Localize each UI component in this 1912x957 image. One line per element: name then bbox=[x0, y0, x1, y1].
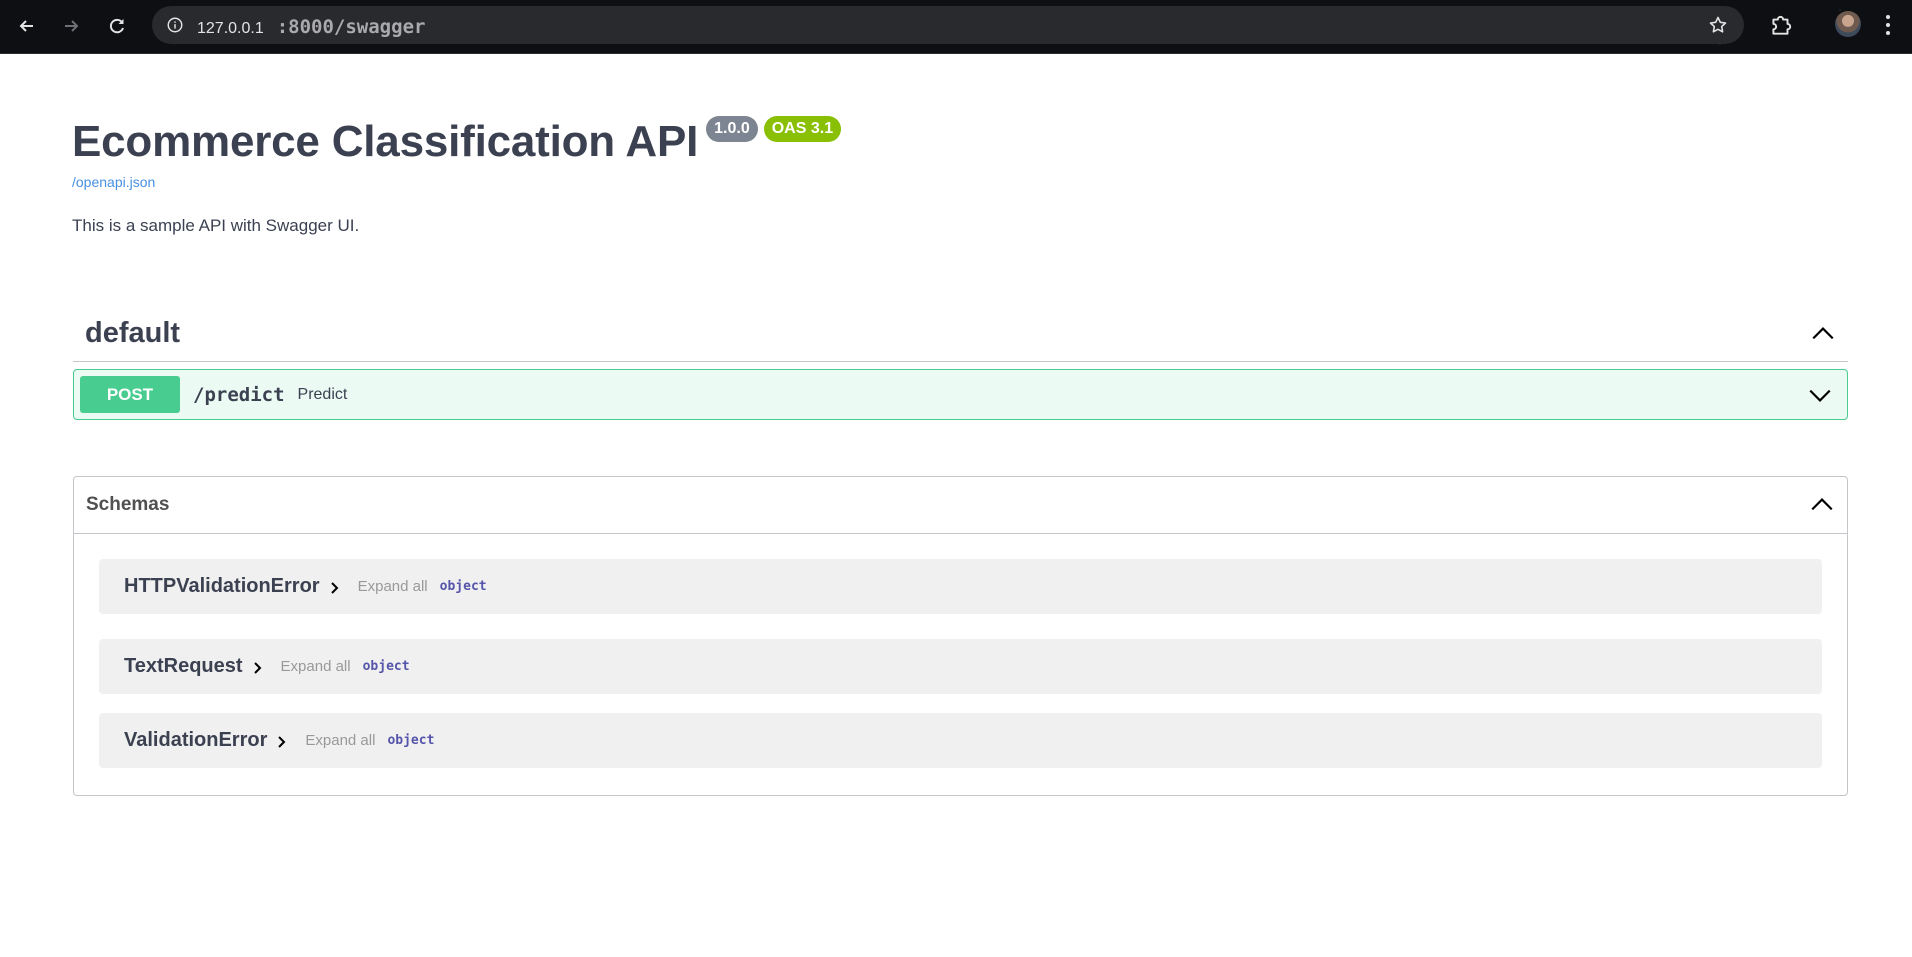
url-host: 127.0.0.1 bbox=[197, 20, 264, 37]
extensions-icon[interactable] bbox=[1768, 12, 1794, 38]
profile-avatar[interactable] bbox=[1835, 11, 1861, 37]
url-path: :8000/swagger bbox=[276, 16, 426, 38]
version-badge: 1.0.0 bbox=[706, 116, 758, 142]
api-info: Ecommerce Classification API 1.0.0 OAS 3… bbox=[72, 112, 842, 236]
chevron-up-icon[interactable] bbox=[1809, 492, 1835, 518]
model-type: object bbox=[362, 659, 410, 674]
expand-all-link[interactable]: Expand all bbox=[281, 658, 351, 675]
tag-name: default bbox=[85, 317, 181, 349]
model-box[interactable]: TextRequest Expand all object bbox=[99, 639, 1822, 694]
chevron-right-icon[interactable] bbox=[251, 661, 265, 675]
api-description: This is a sample API with Swagger UI. bbox=[72, 216, 360, 235]
model-name[interactable]: HTTPValidationError bbox=[124, 575, 320, 598]
tag-header[interactable]: default bbox=[73, 306, 1848, 362]
chevron-up-icon[interactable] bbox=[1810, 321, 1836, 347]
chevron-right-icon[interactable] bbox=[275, 735, 289, 749]
back-button[interactable] bbox=[11, 10, 43, 42]
expand-all-link[interactable]: Expand all bbox=[358, 578, 428, 595]
schemas-section: Schemas HTTPValidationError Expand all o… bbox=[73, 476, 1848, 796]
model-type: object bbox=[439, 579, 487, 594]
operation-summary: Predict bbox=[297, 385, 348, 403]
model-type: object bbox=[387, 733, 435, 748]
address-bar[interactable]: 127.0.0.1 :8000/swagger bbox=[152, 6, 1744, 44]
reload-icon bbox=[109, 18, 124, 34]
forward-button[interactable] bbox=[55, 10, 87, 42]
chevron-down-icon[interactable] bbox=[1807, 382, 1833, 408]
back-arrow-icon bbox=[19, 20, 33, 32]
model-name[interactable]: ValidationError bbox=[124, 729, 267, 752]
schemas-title: Schemas bbox=[86, 494, 170, 515]
model-box[interactable]: ValidationError Expand all object bbox=[99, 713, 1822, 768]
model-name[interactable]: TextRequest bbox=[124, 655, 243, 678]
site-info-icon[interactable] bbox=[162, 12, 188, 38]
chevron-right-icon[interactable] bbox=[328, 581, 342, 595]
tag-section-default: default POST /predict Predict bbox=[73, 306, 1848, 420]
forward-arrow-icon bbox=[65, 20, 79, 32]
operation-path: /predict bbox=[193, 383, 285, 406]
url-text[interactable]: 127.0.0.1 :8000/swagger bbox=[197, 16, 425, 38]
api-title: Ecommerce Classification API bbox=[72, 117, 699, 166]
oas-badge: OAS 3.1 bbox=[763, 116, 842, 142]
operation-post-predict[interactable]: POST /predict Predict bbox=[73, 369, 1848, 420]
kebab-menu-icon[interactable] bbox=[1884, 13, 1892, 39]
schemas-header[interactable]: Schemas bbox=[74, 477, 1847, 534]
bookmark-star-icon[interactable] bbox=[1708, 15, 1728, 35]
openapi-json-link[interactable]: /openapi.json bbox=[72, 174, 841, 190]
reload-button[interactable] bbox=[101, 10, 133, 42]
model-box[interactable]: HTTPValidationError Expand all object bbox=[99, 559, 1822, 614]
browser-toolbar: 127.0.0.1 :8000/swagger bbox=[0, 0, 1912, 54]
expand-all-link[interactable]: Expand all bbox=[305, 732, 375, 749]
method-badge: POST bbox=[80, 376, 180, 413]
